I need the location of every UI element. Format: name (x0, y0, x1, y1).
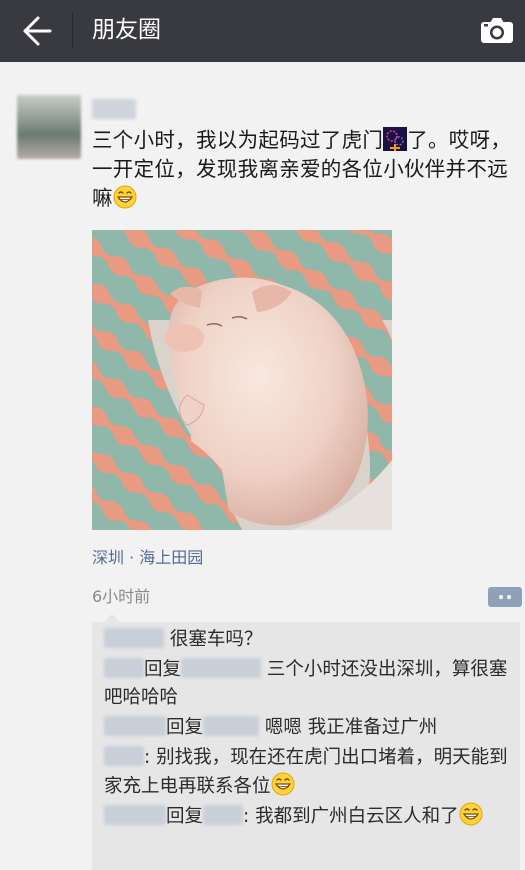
comments-arrow (104, 614, 120, 622)
reply-target-name[interactable] (203, 805, 244, 825)
grin-emoji-icon (113, 185, 137, 209)
title-divider (72, 13, 73, 49)
reply-label: 回复 (166, 717, 204, 738)
reply-label: 回复 (166, 806, 204, 827)
grin-emoji-icon (459, 802, 483, 826)
back-arrow-icon (23, 16, 52, 46)
comment-menu-button[interactable] (488, 587, 522, 607)
comment-dot-icon (507, 595, 511, 599)
reply-target-name[interactable] (181, 658, 262, 678)
camera-button[interactable] (479, 13, 515, 47)
post-timestamp: 6小时前 (92, 587, 151, 606)
grin-emoji-icon (271, 772, 295, 796)
comment-item[interactable]: 回复 : 我都到广州白云区人和了 (104, 802, 516, 831)
fireworks-emoji-icon (383, 127, 408, 151)
comment-item[interactable]: 很塞车吗？ (104, 626, 516, 654)
commenter-name[interactable] (104, 628, 164, 648)
post-text-part-1: 三个小时，我以为起码过了虎门 (92, 128, 384, 152)
commenter-name[interactable] (104, 716, 166, 736)
camera-icon (481, 18, 513, 43)
back-button[interactable] (16, 14, 56, 48)
page-title: 朋友圈 (92, 17, 161, 43)
comments-panel: 很塞车吗？ 回复 三个小时还没出深圳，算很塞吧哈哈哈 回复 嗯嗯 我正准备过广州… (92, 614, 520, 870)
reply-label: 回复 (144, 659, 182, 680)
comment-text: : 别找我，现在还在虎门出口堵着，明天能到家充上电再联系各位 (104, 747, 508, 797)
commenter-name[interactable] (104, 805, 166, 825)
post-text: 三个小时，我以为起码过了虎门 了。哎呀，一开定位，发现我离亲爱的各位小伙伴并不远… (92, 126, 512, 213)
top-navigation-bar: 朋友圈 (0, 0, 525, 62)
comment-dot-icon (499, 595, 503, 599)
comment-text: 很塞车吗？ (169, 629, 263, 650)
comment-text: : 我都到广州白云区人和了 (243, 806, 459, 827)
comment-text: 嗯嗯 我正准备过广州 (264, 717, 438, 738)
avatar[interactable] (17, 95, 81, 159)
commenter-name[interactable] (104, 746, 144, 766)
post-photo[interactable] (92, 230, 392, 530)
comment-item[interactable]: 回复 三个小时还没出深圳，算很塞吧哈哈哈 (104, 656, 516, 712)
commenter-name[interactable] (104, 658, 144, 678)
post-author-name[interactable] (92, 99, 136, 119)
comment-item[interactable]: : 别找我，现在还在虎门出口堵着，明天能到家充上电再联系各位 (104, 744, 516, 801)
reply-target-name[interactable] (203, 716, 260, 736)
post-location[interactable]: 深圳 · 海上田园 (92, 544, 203, 568)
comment-item[interactable]: 回复 嗯嗯 我正准备过广州 (104, 714, 516, 742)
moments-feed: 三个小时，我以为起码过了虎门 了。哎呀，一开定位，发现我离亲爱的各位小伙伴并不远… (0, 62, 525, 870)
